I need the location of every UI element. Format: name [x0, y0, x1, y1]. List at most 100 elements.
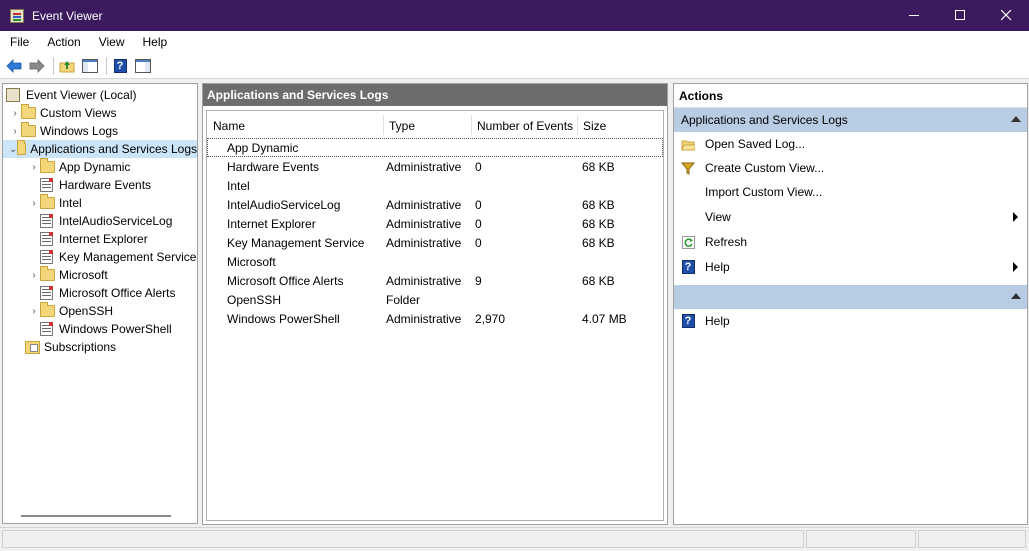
tree-item-subscriptions[interactable]: Subscriptions	[25, 338, 116, 356]
cell-name: Hardware Events	[227, 159, 320, 174]
folder-icon	[40, 158, 55, 173]
menu-action[interactable]: Action	[37, 35, 88, 49]
forward-arrow-icon	[29, 58, 45, 73]
tree-item-app-dynamic[interactable]: › App Dynamic	[28, 158, 130, 176]
log-list[interactable]: Name Type Number of Events Size App Dyna…	[206, 110, 664, 521]
action-label: Import Custom View...	[705, 185, 823, 199]
column-header-name[interactable]: Name	[209, 117, 383, 135]
collapse-up-icon[interactable]	[1011, 293, 1021, 299]
cell-type: Administrative	[386, 273, 462, 288]
table-row[interactable]: Hardware Events Administrative 0 68 KB	[207, 157, 663, 176]
table-row[interactable]: Intel	[207, 176, 663, 195]
up-level-button[interactable]	[57, 56, 77, 76]
menu-view[interactable]: View	[89, 35, 133, 49]
column-divider[interactable]	[383, 115, 384, 135]
table-row[interactable]: OpenSSH Folder	[207, 290, 663, 309]
action-label: Help	[705, 314, 730, 328]
folder-up-icon	[59, 60, 75, 72]
tree-item-intel[interactable]: › Intel	[28, 194, 82, 212]
tree-item-windows-powershell[interactable]: Windows PowerShell	[40, 320, 172, 338]
tree-item-custom-views[interactable]: › Custom Views	[9, 104, 116, 122]
action-help[interactable]: ? Help	[674, 256, 1027, 278]
tree-item-event-viewer-local[interactable]: Event Viewer (Local)	[6, 86, 137, 104]
event-viewer-app-icon	[10, 8, 24, 23]
tree-item-label: Event Viewer (Local)	[26, 88, 137, 102]
help-icon-wrap: ?	[681, 260, 695, 274]
tree-item-microsoft[interactable]: › Microsoft	[28, 266, 108, 284]
chevron-right-icon[interactable]: ›	[28, 162, 40, 173]
table-row[interactable]: App Dynamic	[207, 138, 663, 157]
tree-item-label: Hardware Events	[59, 178, 152, 192]
console-tree[interactable]: Event Viewer (Local) › Custom Views › Wi…	[2, 83, 198, 524]
cell-name: Microsoft	[227, 254, 276, 269]
collapse-up-icon[interactable]	[1011, 116, 1021, 122]
log-icon	[40, 178, 53, 192]
tree-item-key-management-service[interactable]: Key Management Service	[40, 248, 196, 266]
log-icon	[40, 232, 53, 246]
tree-item-intelaudioservicelog[interactable]: IntelAudioServiceLog	[40, 212, 172, 230]
menu-file[interactable]: File	[0, 35, 37, 49]
cell-type: Administrative	[386, 159, 462, 174]
cell-events: 2,970	[475, 311, 506, 326]
actions-title: Actions	[674, 84, 1027, 108]
status-segment	[806, 530, 916, 548]
tree-item-label: Windows Logs	[40, 124, 119, 138]
tree-item-microsoft-office-alerts[interactable]: Microsoft Office Alerts	[40, 284, 175, 302]
column-divider[interactable]	[471, 115, 472, 135]
tree-item-hardware-events[interactable]: Hardware Events	[40, 176, 151, 194]
table-row[interactable]: Windows PowerShell Administrative 2,970 …	[207, 309, 663, 328]
action-help-2[interactable]: ? Help	[674, 310, 1027, 332]
tree-item-applications-and-services-logs[interactable]: ⌄ Applications and Services Logs	[3, 140, 197, 158]
tree-item-openssh[interactable]: › OpenSSH	[28, 302, 113, 320]
column-header-type[interactable]: Type	[385, 117, 471, 135]
cell-size: 68 KB	[582, 159, 615, 174]
actions-section-header-2[interactable]	[674, 285, 1027, 309]
chevron-right-icon[interactable]: ›	[9, 126, 21, 137]
cell-name: Internet Explorer	[227, 216, 316, 231]
cell-type: Administrative	[386, 311, 462, 326]
chevron-down-icon[interactable]: ⌄	[9, 144, 17, 155]
tree-item-internet-explorer[interactable]: Internet Explorer	[40, 230, 148, 248]
tree-item-windows-logs[interactable]: › Windows Logs	[9, 122, 118, 140]
action-import-custom-view[interactable]: Import Custom View...	[674, 181, 1027, 203]
chevron-right-icon[interactable]: ›	[9, 108, 21, 119]
column-header-size[interactable]: Size	[579, 117, 659, 135]
table-row[interactable]: Microsoft	[207, 252, 663, 271]
horizontal-scrollbar[interactable]	[21, 515, 171, 517]
help-icon: ?	[681, 260, 695, 274]
close-button[interactable]	[983, 0, 1029, 31]
column-divider[interactable]	[577, 115, 578, 135]
table-row[interactable]: IntelAudioServiceLog Administrative 0 68…	[207, 195, 663, 214]
tree-item-label: Applications and Services Logs	[30, 142, 197, 156]
cell-size: 68 KB	[582, 235, 615, 250]
action-refresh[interactable]: Refresh	[674, 231, 1027, 253]
show-hide-action-pane-button[interactable]	[133, 56, 153, 76]
chevron-right-icon[interactable]: ›	[28, 306, 40, 317]
maximize-button[interactable]	[937, 0, 983, 31]
back-button[interactable]	[4, 56, 24, 76]
table-row[interactable]: Internet Explorer Administrative 0 68 KB	[207, 214, 663, 233]
action-open-saved-log[interactable]: Open Saved Log...	[674, 133, 1027, 155]
blank-icon	[681, 210, 695, 224]
column-header-number-of-events[interactable]: Number of Events	[473, 117, 577, 135]
help-toolbar-button[interactable]: ?	[110, 56, 130, 76]
actions-section-header[interactable]: Applications and Services Logs	[674, 108, 1027, 132]
minimize-button[interactable]	[891, 0, 937, 31]
maximize-icon	[954, 10, 965, 20]
show-hide-console-tree-button[interactable]	[80, 56, 100, 76]
cell-size: 4.07 MB	[582, 311, 627, 326]
cell-events: 0	[475, 235, 482, 250]
action-view[interactable]: View	[674, 206, 1027, 228]
actions-section-title: Applications and Services Logs	[681, 113, 848, 127]
help-icon: ?	[113, 58, 127, 73]
menu-help[interactable]: Help	[133, 35, 176, 49]
forward-button[interactable]	[27, 56, 47, 76]
folder-icon	[40, 194, 55, 209]
table-row[interactable]: Microsoft Office Alerts Administrative 9…	[207, 271, 663, 290]
open-folder-icon	[681, 137, 695, 151]
status-segment	[2, 530, 804, 548]
chevron-right-icon[interactable]: ›	[28, 270, 40, 281]
chevron-right-icon[interactable]: ›	[28, 198, 40, 209]
action-create-custom-view[interactable]: Create Custom View...	[674, 157, 1027, 179]
table-row[interactable]: Key Management Service Administrative 0 …	[207, 233, 663, 252]
